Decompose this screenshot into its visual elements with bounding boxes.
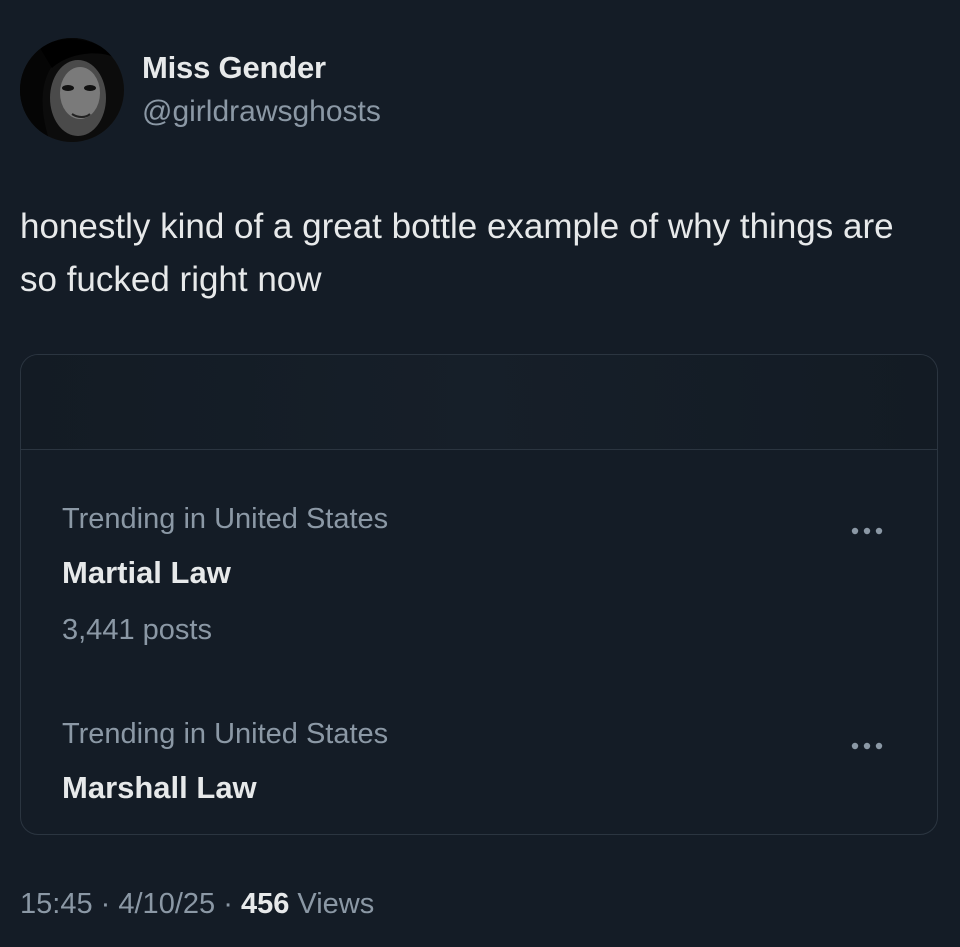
avatar[interactable] — [20, 38, 124, 142]
views-label: Views — [297, 888, 375, 920]
tweet-text: honestly kind of a great bottle example … — [20, 207, 894, 299]
views-count[interactable]: 456 — [241, 888, 289, 920]
more-horizontal-icon[interactable] — [847, 517, 887, 545]
tweet-meta: 15:45 · 4/10/25 · 456 Views — [20, 888, 374, 921]
meta-separator: · — [100, 888, 111, 920]
meta-separator: · — [223, 888, 233, 920]
trend-item-marshall-law[interactable]: Trending in United States Marshall Law — [21, 710, 937, 834]
more-horizontal-icon[interactable] — [847, 732, 887, 760]
trend-name: Martial Law — [62, 555, 231, 590]
trend-name: Marshall Law — [62, 770, 257, 805]
trend-item-martial-law[interactable]: Trending in United States Martial Law 3,… — [21, 495, 937, 646]
trend-context: Trending in United States — [62, 718, 389, 750]
tweet-time[interactable]: 15:45 — [20, 888, 93, 920]
author-handle[interactable]: @girldrawsghosts — [142, 95, 381, 129]
quoted-trends-card[interactable]: Trending in United States Martial Law 3,… — [20, 354, 938, 835]
quoted-card-header — [21, 355, 937, 450]
tweet: Miss Gender @girldrawsghosts honestly ki… — [0, 0, 960, 947]
author-name[interactable]: Miss Gender — [142, 50, 326, 86]
avatar-portrait-image — [20, 38, 124, 142]
tweet-date[interactable]: 4/10/25 — [118, 888, 215, 920]
trend-post-count: 3,441 posts — [62, 614, 212, 646]
trend-context: Trending in United States — [62, 503, 389, 535]
